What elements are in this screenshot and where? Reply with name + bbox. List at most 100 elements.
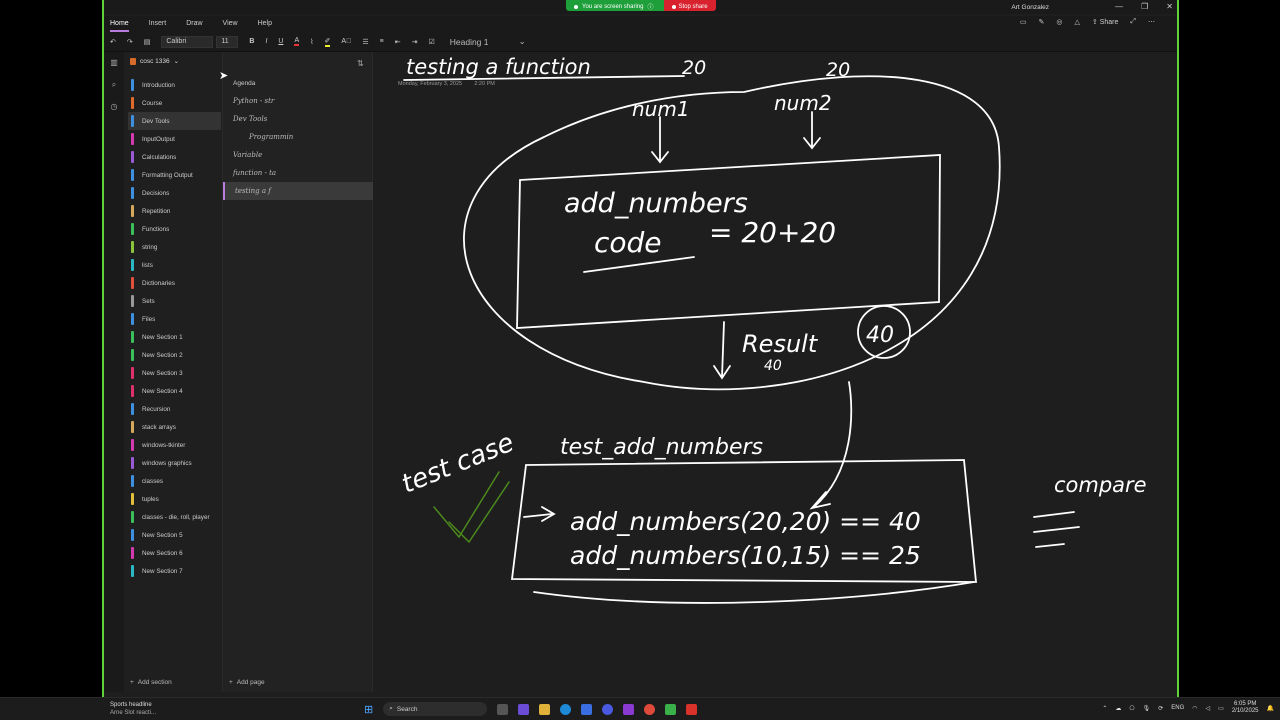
maximize-icon[interactable]: ❐ — [1141, 2, 1148, 11]
search-icon[interactable]: ⌕ — [109, 80, 119, 90]
highlight-icon[interactable]: ✐ — [324, 37, 331, 47]
page-item[interactable]: testing a f — [223, 182, 373, 200]
section-item[interactable]: Calculations — [128, 148, 221, 166]
page-item[interactable]: function - ta — [223, 164, 373, 182]
ink-drawing[interactable]: testing a function 20 20 num1 num2 add_n… — [374, 52, 1179, 692]
store-icon[interactable] — [581, 703, 593, 715]
news-widget[interactable]: Sports headline Arne Slot reacti... — [110, 701, 156, 717]
clipboard-icon[interactable]: ▤ — [144, 38, 151, 46]
page-item[interactable]: Variable — [223, 146, 373, 164]
indent-icon[interactable]: ⇥ — [412, 38, 418, 46]
language-indicator[interactable]: ENG — [1171, 705, 1184, 711]
section-item[interactable]: New Section 7 — [128, 562, 221, 580]
page-item[interactable]: Programmin — [223, 128, 373, 146]
section-item[interactable]: New Section 4 — [128, 382, 221, 400]
section-item[interactable]: Functions — [128, 220, 221, 238]
bullets-icon[interactable]: ☰ — [362, 38, 368, 46]
section-item[interactable]: New Section 6 — [128, 544, 221, 562]
menu-draw[interactable]: Draw — [186, 16, 202, 32]
stop-share-button[interactable]: Stop share — [663, 0, 716, 11]
section-item[interactable]: Repetition — [128, 202, 221, 220]
section-item[interactable]: Recursion — [128, 400, 221, 418]
menu-view[interactable]: View — [223, 16, 238, 32]
task-view-icon[interactable] — [497, 703, 509, 715]
checkbox-icon[interactable]: ☑ — [428, 38, 434, 46]
sort-icon[interactable]: ⇅ — [357, 59, 364, 68]
section-item[interactable]: InputOutput — [128, 130, 221, 148]
page-item[interactable]: Dev Tools — [223, 110, 373, 128]
section-item[interactable]: Files — [128, 310, 221, 328]
section-item[interactable]: Formatting Output — [128, 166, 221, 184]
pen-icon[interactable]: ✎ — [1039, 18, 1045, 26]
bell-icon[interactable]: △ — [1075, 18, 1080, 26]
recent-icon[interactable]: ◷ — [109, 102, 119, 112]
onenote-icon[interactable] — [623, 703, 635, 715]
notebooks-icon[interactable]: ▥ — [109, 58, 119, 68]
app-icon[interactable] — [686, 703, 698, 715]
minimize-icon[interactable]: — — [1115, 2, 1123, 11]
section-item[interactable]: New Section 1 — [128, 328, 221, 346]
menu-help[interactable]: Help — [258, 16, 272, 32]
zoom-icon[interactable] — [602, 703, 614, 715]
font-color-icon[interactable]: A — [294, 37, 300, 46]
menu-insert[interactable]: Insert — [149, 16, 167, 32]
section-item[interactable]: windows-tkinter — [128, 436, 221, 454]
share-button[interactable]: ⇪ Share — [1092, 18, 1119, 26]
network-icon[interactable]: ⎔ — [1129, 705, 1134, 712]
page-item[interactable]: Python - str — [223, 92, 373, 110]
section-item[interactable]: lists — [128, 256, 221, 274]
format-painter-icon[interactable]: ⌇ — [310, 38, 313, 46]
close-icon[interactable]: ✕ — [1166, 2, 1173, 11]
taskbar-search[interactable]: ⌕ Search — [383, 702, 488, 716]
menu-home[interactable]: Home — [110, 16, 129, 32]
font-size-select[interactable]: 11 — [216, 35, 239, 48]
cloud-icon[interactable]: ☁ — [1115, 705, 1121, 712]
section-item[interactable]: classes - die, roll, player — [128, 508, 221, 526]
pycharm-icon[interactable] — [665, 703, 677, 715]
section-item[interactable]: tuples — [128, 490, 221, 508]
section-item[interactable]: Dictionaries — [128, 274, 221, 292]
bold-icon[interactable]: B — [249, 38, 254, 45]
wifi-icon[interactable]: ◠ — [1192, 705, 1197, 712]
expand-icon[interactable]: ⤢ — [1130, 18, 1136, 26]
numbering-icon[interactable]: ≡ — [380, 38, 384, 45]
section-item[interactable]: windows graphics — [128, 454, 221, 472]
file-explorer-icon[interactable] — [539, 703, 551, 715]
sync-icon[interactable]: ⟳ — [1158, 705, 1163, 712]
section-item[interactable]: Dev Tools — [128, 112, 221, 130]
edge-icon[interactable] — [560, 703, 572, 715]
microphone-icon[interactable]: 🎙 — [1143, 705, 1151, 712]
undo-icon[interactable]: ↶ — [110, 38, 116, 46]
notebook-selector[interactable]: cosc 1336 ⌄ — [130, 57, 179, 65]
chrome-icon[interactable] — [644, 703, 656, 715]
user-name[interactable]: Art Gonzalez — [1011, 4, 1049, 11]
underline-icon[interactable]: U — [278, 38, 283, 45]
section-item[interactable]: New Section 2 — [128, 346, 221, 364]
add-page-button[interactable]: + Add page — [229, 679, 265, 686]
section-item[interactable]: New Section 5 — [128, 526, 221, 544]
redo-icon[interactable]: ↷ — [127, 38, 133, 46]
page-item[interactable]: Agenda — [223, 74, 373, 92]
section-item[interactable]: classes — [128, 472, 221, 490]
copilot-icon[interactable] — [518, 703, 530, 715]
more-icon[interactable]: ⋯ — [1148, 18, 1155, 26]
add-section-button[interactable]: + Add section — [130, 679, 172, 686]
section-item[interactable]: Sets — [128, 292, 221, 310]
section-item[interactable]: Introduction — [128, 76, 221, 94]
volume-icon[interactable]: ◁ — [1206, 705, 1211, 712]
style-select[interactable]: Heading 1 ⌄ — [446, 36, 530, 48]
chevron-up-icon[interactable]: ⌃ — [1102, 705, 1107, 712]
italic-icon[interactable]: I — [265, 38, 267, 45]
lightbulb-icon[interactable]: ◎ — [1056, 18, 1062, 26]
page-canvas[interactable]: Monday, February 3, 2025 2:20 PM testing… — [374, 52, 1179, 692]
notification-icon[interactable]: 🔔 — [1267, 705, 1274, 712]
comment-icon[interactable]: ▭ — [1020, 18, 1027, 26]
section-item[interactable]: string — [128, 238, 221, 256]
battery-icon[interactable]: ▭ — [1218, 705, 1224, 712]
section-item[interactable]: Course — [128, 94, 221, 112]
clear-format-icon[interactable]: A⃫ — [341, 38, 351, 45]
section-item[interactable]: stack arrays — [128, 418, 221, 436]
section-item[interactable]: New Section 3 — [128, 364, 221, 382]
section-item[interactable]: Decisions — [128, 184, 221, 202]
outdent-icon[interactable]: ⇤ — [395, 38, 401, 46]
